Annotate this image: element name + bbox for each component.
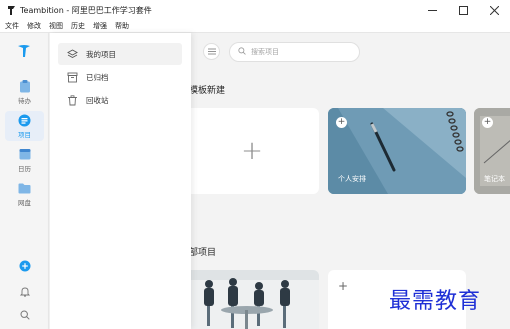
menu-edit[interactable]: 修改 (27, 21, 41, 31)
search-icon[interactable] (18, 308, 32, 322)
minimize-button[interactable] (417, 0, 448, 20)
rail-label-calendar: 日历 (18, 165, 31, 173)
menu-view[interactable]: 视图 (49, 21, 63, 31)
menu-history[interactable]: 历史 (71, 21, 85, 31)
menu-toggle-button[interactable] (203, 43, 220, 60)
panel-label-trash: 回收站 (86, 95, 109, 105)
maximize-button[interactable] (448, 0, 479, 20)
panel-item-my-projects[interactable]: 我的项目 (58, 43, 182, 65)
teambition-brand-icon[interactable] (16, 43, 32, 61)
window-title: Teambition - 阿里巴巴工作学习套件 (20, 5, 152, 15)
rail-item-project[interactable]: 项目 (5, 111, 44, 141)
menu-enhance[interactable]: 增强 (93, 21, 107, 31)
rail-label-project: 项目 (18, 131, 31, 139)
search-field-icon (238, 47, 246, 57)
panel-item-archived[interactable]: 已归档 (58, 66, 182, 88)
bell-icon[interactable] (18, 284, 32, 298)
menu-file[interactable]: 文件 (5, 21, 19, 31)
all-projects-section-title: 部项目 (191, 248, 217, 258)
trash-icon (66, 94, 78, 106)
new-project-card[interactable]: + (191, 108, 319, 194)
template-section-title: 模板新建 (191, 86, 226, 96)
window-controls (417, 0, 510, 20)
rail-item-todo[interactable]: 待办 (5, 77, 44, 107)
title-bar: Teambition - 阿里巴巴工作学习套件 (0, 0, 510, 20)
panel-item-trash[interactable]: 回收站 (58, 89, 182, 111)
template-card-notes[interactable]: + 笔记本 (474, 108, 510, 194)
panel-label-archived: 已归档 (86, 72, 109, 82)
teambition-logo-icon (4, 3, 18, 17)
project-panel: 我的项目 已归档 回收站 (50, 33, 191, 329)
template-card-personal[interactable]: + 个人安排 (328, 108, 466, 194)
plus-icon-small: + (338, 279, 349, 293)
team-meeting-photo (191, 270, 319, 329)
template-label-notes: 笔记本 (484, 175, 505, 183)
search-placeholder: 搜索项目 (251, 48, 279, 56)
todo-icon (18, 79, 32, 93)
project-icon (18, 113, 32, 127)
rail-label-drive: 网盘 (18, 199, 31, 207)
panel-label-my-projects: 我的项目 (86, 49, 116, 59)
template-label-personal: 个人安排 (338, 175, 366, 183)
add-icon[interactable] (18, 259, 32, 273)
menu-help[interactable]: 帮助 (115, 21, 129, 31)
rail-item-drive[interactable]: 网盘 (5, 179, 44, 209)
close-button[interactable] (479, 0, 510, 20)
layers-icon (66, 48, 78, 60)
rail-item-calendar[interactable]: 日历 (5, 145, 44, 175)
add-template-icon-2: + (482, 117, 493, 128)
calendar-icon (18, 147, 32, 161)
search-input[interactable]: 搜索项目 (229, 42, 360, 62)
folder-icon (18, 181, 32, 195)
project-card-team[interactable] (191, 270, 319, 329)
add-template-icon: + (336, 117, 347, 128)
watermark-text: 最需教育 (389, 289, 482, 314)
archive-icon (66, 71, 78, 83)
nav-rail: 待办 项目 日历 网盘 (0, 33, 49, 329)
rail-label-todo: 待办 (18, 97, 31, 105)
plus-icon: + (241, 136, 263, 166)
menu-bar: 文件 修改 视图 历史 增强 帮助 (0, 20, 510, 33)
